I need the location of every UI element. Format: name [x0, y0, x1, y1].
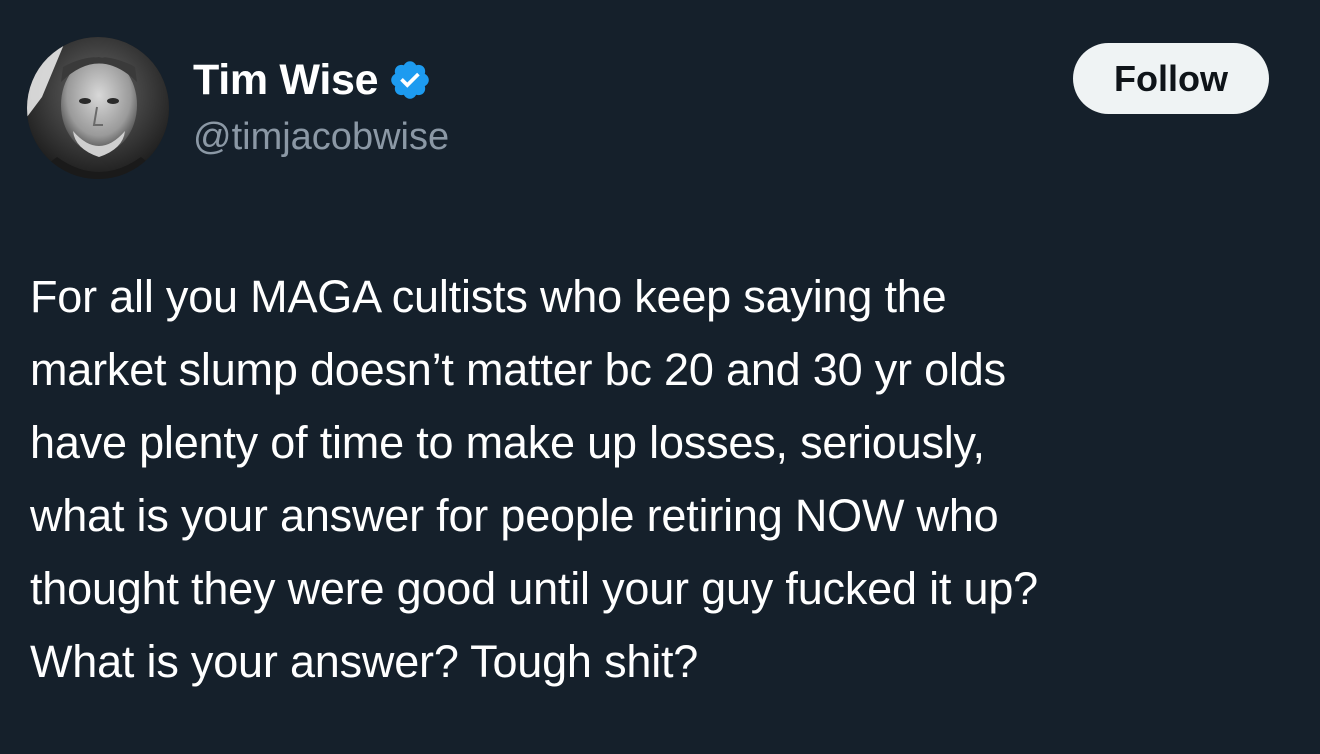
display-name[interactable]: Tim Wise	[193, 56, 379, 105]
tweet-text: For all you MAGA cultists who keep sayin…	[30, 271, 1038, 687]
follow-button[interactable]: Follow	[1073, 43, 1269, 114]
author-name-row: Tim Wise	[193, 52, 432, 108]
handle[interactable]: @timjacobwise	[193, 116, 449, 159]
tweet-card: Tim Wise @timjacobwise Follow For all yo…	[0, 0, 1320, 754]
avatar[interactable]	[27, 37, 169, 179]
avatar-image	[27, 37, 169, 179]
verified-badge-icon	[388, 58, 432, 102]
